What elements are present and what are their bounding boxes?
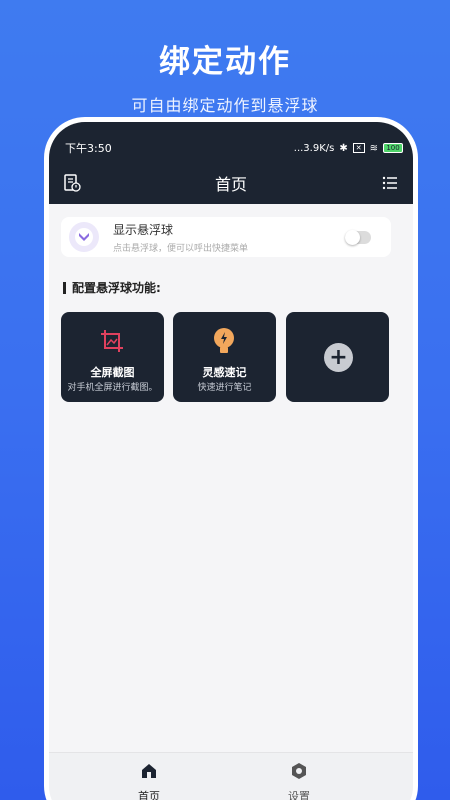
nav-bar: 首页 [49,170,413,196]
tile-quick-note[interactable]: 灵感速记 快速进行笔记 [173,312,276,402]
promo-title: 绑定动作 [159,44,291,80]
float-ball-icon [69,222,99,252]
tab-bar: 首页 设置 [49,752,413,800]
sim-icon: ✕ [352,143,365,153]
app-header: 下午3:50 ...3.9K/s ✱ ✕ ≋ 100 首页 [49,122,413,204]
section-label: 配置悬浮球功能: [63,279,161,296]
phone-screen: 下午3:50 ...3.9K/s ✱ ✕ ≋ 100 首页 显示悬浮球 点击悬浮… [49,122,413,800]
page-title: 首页 [214,175,247,194]
promo-subtitle: 可自由绑定动作到悬浮球 [131,96,319,115]
status-time: 下午3:50 [65,142,112,155]
toggle-knob [345,230,360,245]
float-ball-title: 显示悬浮球 [113,223,174,237]
battery-icon: 100 [383,143,403,153]
section-label-text: 配置悬浮球功能: [72,281,161,295]
tile-description: 快速进行笔记 [197,383,252,393]
float-ball-card: 显示悬浮球 点击悬浮球，便可以呼出快捷菜单 [61,217,391,257]
tab-label: 设置 [288,790,310,800]
settings-icon [292,763,306,779]
status-bar: 下午3:50 ...3.9K/s ✱ ✕ ≋ 100 [65,140,403,156]
list-menu-icon[interactable] [381,174,399,192]
network-speed: ...3.9K/s [293,142,335,154]
tile-add[interactable]: + [286,312,389,402]
add-icon: + [324,343,353,372]
bluetooth-icon: ✱ [339,142,348,154]
bulb-icon [214,328,234,353]
float-ball-description: 点击悬浮球，便可以呼出快捷菜单 [113,244,249,254]
tab-home[interactable]: 首页 [99,761,199,800]
tile-title: 灵感速记 [202,366,247,379]
chevron-down-icon [75,228,93,246]
tab-settings[interactable]: 设置 [249,761,349,800]
tile-description: 对手机全屏进行截图。 [67,383,158,393]
history-icon[interactable] [63,174,81,192]
tab-label: 首页 [138,790,160,800]
tile-screenshot[interactable]: 全屏截图 对手机全屏进行截图。 [61,312,164,402]
tile-title: 全屏截图 [90,366,135,379]
wifi-icon: ≋ [369,142,378,154]
status-icons: ...3.9K/s ✱ ✕ ≋ 100 [294,143,403,154]
float-ball-toggle[interactable] [345,230,371,245]
home-icon [142,764,156,778]
screenshot-icon [101,330,123,352]
section-marker [63,281,66,294]
